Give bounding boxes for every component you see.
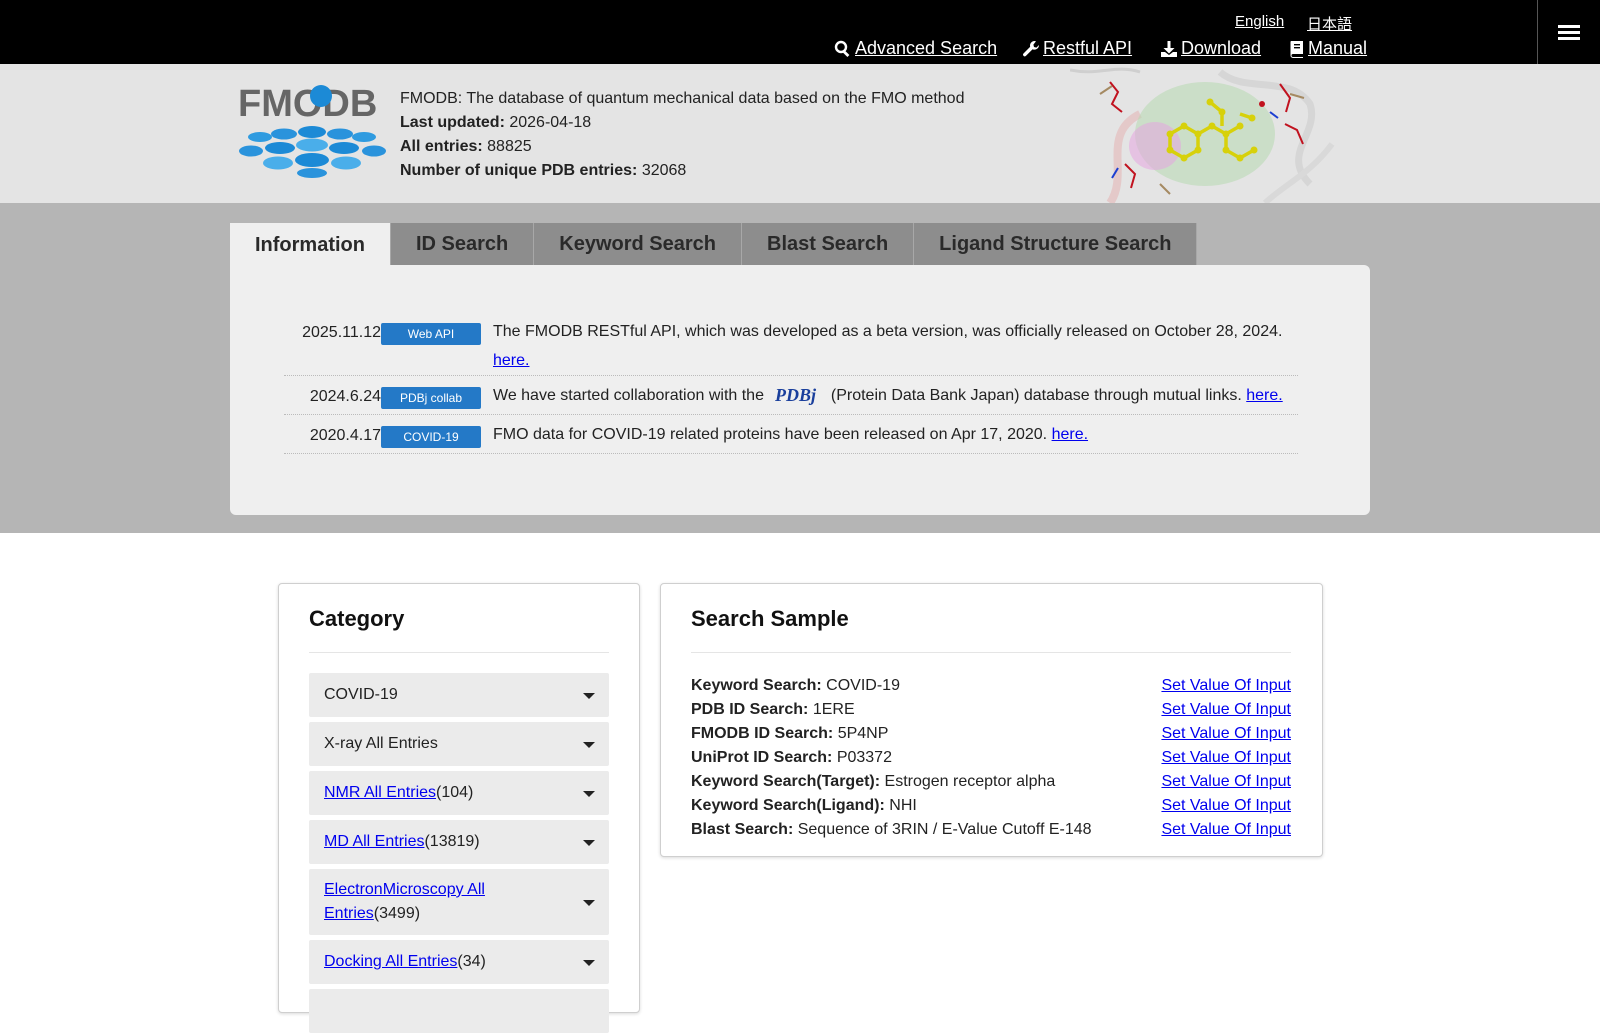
database-description: FMODB: The database of quantum mechanica… <box>400 90 965 107</box>
site-header: FMODB FMODB: The database of quantum mec… <box>0 64 1600 203</box>
news-item: 2024.6.24 PDBj collab We have started co… <box>284 376 1298 415</box>
category-item-md: MD All Entries(13819) <box>309 820 609 864</box>
search-tabs: Information ID Search Keyword Search Bla… <box>230 223 1198 267</box>
divider <box>309 652 609 653</box>
news-badge: COVID-19 <box>381 426 481 448</box>
set-value-button[interactable]: Set Value Of Input <box>1161 722 1291 746</box>
category-title: Category <box>309 606 405 631</box>
category-item-label: NMR All Entries(104) <box>324 784 474 801</box>
restful-api-link[interactable]: Restful API <box>1022 38 1132 59</box>
set-value-button[interactable]: Set Value Of Input <box>1161 818 1291 842</box>
news-here-link[interactable]: here. <box>1246 387 1282 404</box>
advanced-search-label: Advanced Search <box>855 38 998 58</box>
news-badge: Web API <box>381 323 481 345</box>
caret-down-icon[interactable] <box>583 960 595 966</box>
news-text: FMO data for COVID-19 related proteins h… <box>493 426 1089 443</box>
news-item: 2020.4.17 COVID-19 FMO data for COVID-19… <box>284 415 1298 454</box>
svg-text:FMODB: FMODB <box>238 83 377 125</box>
restful-api-label: Restful API <box>1043 38 1133 58</box>
sample-row-keyword-ligand: Keyword Search(Ligand): NHI Set Value Of… <box>691 794 1291 818</box>
caret-down-icon[interactable] <box>583 742 595 748</box>
set-value-button[interactable]: Set Value Of Input <box>1161 794 1291 818</box>
sample-row-fmodb-id: FMODB ID Search: 5P4NP Set Value Of Inpu… <box>691 722 1291 746</box>
category-item-label: MD All Entries(13819) <box>324 833 480 850</box>
news-here-link[interactable]: here. <box>1052 426 1088 443</box>
divider <box>691 652 1291 653</box>
search-sample-card: Search Sample Keyword Search: COVID-19 S… <box>660 583 1323 857</box>
news-text: The FMODB RESTful API, which was develop… <box>493 323 1283 369</box>
sample-row-keyword-target: Keyword Search(Target): Estrogen recepto… <box>691 770 1291 794</box>
language-english-link[interactable]: English <box>1235 13 1284 30</box>
news-text: We have started collaboration with the P… <box>493 385 1283 406</box>
caret-down-icon[interactable] <box>583 900 595 906</box>
pdbj-logo[interactable]: PDBj <box>774 386 820 406</box>
sample-row-uniprot-id: UniProt ID Search: P03372 Set Value Of I… <box>691 746 1291 770</box>
manual-link[interactable]: Manual <box>1289 38 1367 59</box>
database-summary: FMODB: The database of quantum mechanica… <box>400 87 964 183</box>
hamburger-menu-button[interactable] <box>1537 0 1600 64</box>
caret-down-icon[interactable] <box>583 840 595 846</box>
download-link[interactable]: Download <box>1160 38 1261 59</box>
set-value-button[interactable]: Set Value Of Input <box>1161 674 1291 698</box>
caret-down-icon[interactable] <box>583 693 595 699</box>
all-entries: All entries: 88825 <box>400 138 532 155</box>
hamburger-icon <box>1558 22 1580 43</box>
nmr-all-entries-link[interactable]: NMR All Entries <box>324 784 436 801</box>
category-item-label: COVID-19 <box>324 686 398 703</box>
news-here-link[interactable]: here. <box>493 352 529 369</box>
protein-ligand-illustration <box>1070 67 1335 203</box>
caret-down-icon[interactable] <box>583 791 595 797</box>
category-item-xray[interactable]: X-ray All Entries <box>309 722 609 766</box>
tab-ligand-structure-search[interactable]: Ligand Structure Search <box>914 223 1198 265</box>
tab-keyword-search[interactable]: Keyword Search <box>534 223 742 265</box>
category-item-nmr: NMR All Entries(104) <box>309 771 609 815</box>
news-date: 2024.6.24 <box>309 388 381 405</box>
tab-blast-search[interactable]: Blast Search <box>742 223 915 265</box>
information-panel: 2025.11.12 Web API The FMODB RESTful API… <box>230 265 1370 515</box>
category-item-label: X-ray All Entries <box>324 735 438 752</box>
fmodb-logo[interactable]: FMODB <box>238 82 390 178</box>
category-item-electron-microscopy: ElectronMicroscopy All Entries(3499) <box>309 869 609 935</box>
sample-row-blast: Blast Search: Sequence of 3RIN / E-Value… <box>691 818 1291 842</box>
advanced-search-link[interactable]: Advanced Search <box>834 38 997 59</box>
info-tab-section: Information ID Search Keyword Search Bla… <box>0 203 1600 533</box>
sample-row-pdb-id: PDB ID Search: 1ERE Set Value Of Input <box>691 698 1291 722</box>
md-all-entries-link[interactable]: MD All Entries <box>324 833 424 850</box>
news-item: 2025.11.12 Web API The FMODB RESTful API… <box>284 320 1298 376</box>
book-icon <box>1290 40 1303 58</box>
download-label: Download <box>1181 38 1262 58</box>
category-item-covid19[interactable]: COVID-19 <box>309 673 609 717</box>
sample-row-keyword: Keyword Search: COVID-19 Set Value Of In… <box>691 674 1291 698</box>
news-date: 2020.4.17 <box>309 427 381 444</box>
category-item-docking: Docking All Entries(34) <box>309 940 609 984</box>
manual-label: Manual <box>1308 38 1368 58</box>
tab-information[interactable]: Information <box>230 223 391 267</box>
category-card: Category COVID-19 X-ray All Entries NMR … <box>278 583 640 1033</box>
tab-id-search[interactable]: ID Search <box>391 223 535 265</box>
last-updated: Last updated: 2026-04-18 <box>400 114 592 131</box>
top-navigation-bar: English 日本語 Advanced Search Restful API … <box>0 0 1600 64</box>
svg-text:PDBj: PDBj <box>774 386 817 405</box>
set-value-button[interactable]: Set Value Of Input <box>1161 746 1291 770</box>
search-icon <box>834 40 850 57</box>
wrench-icon <box>1023 40 1040 56</box>
category-item-label: Docking All Entries(34) <box>324 953 486 970</box>
news-date: 2025.11.12 <box>302 324 381 341</box>
search-sample-title: Search Sample <box>691 606 849 631</box>
language-japanese-link[interactable]: 日本語 <box>1307 13 1352 34</box>
download-icon <box>1161 40 1177 57</box>
category-item-label: ElectronMicroscopy All Entries(3499) <box>324 881 485 922</box>
docking-all-entries-link[interactable]: Docking All Entries <box>324 953 457 970</box>
unique-pdb-entries: Number of unique PDB entries: 32068 <box>400 162 687 179</box>
set-value-button[interactable]: Set Value Of Input <box>1161 698 1291 722</box>
category-item[interactable] <box>309 989 609 1033</box>
set-value-button[interactable]: Set Value Of Input <box>1161 770 1291 794</box>
news-badge: PDBj collab <box>381 387 481 409</box>
